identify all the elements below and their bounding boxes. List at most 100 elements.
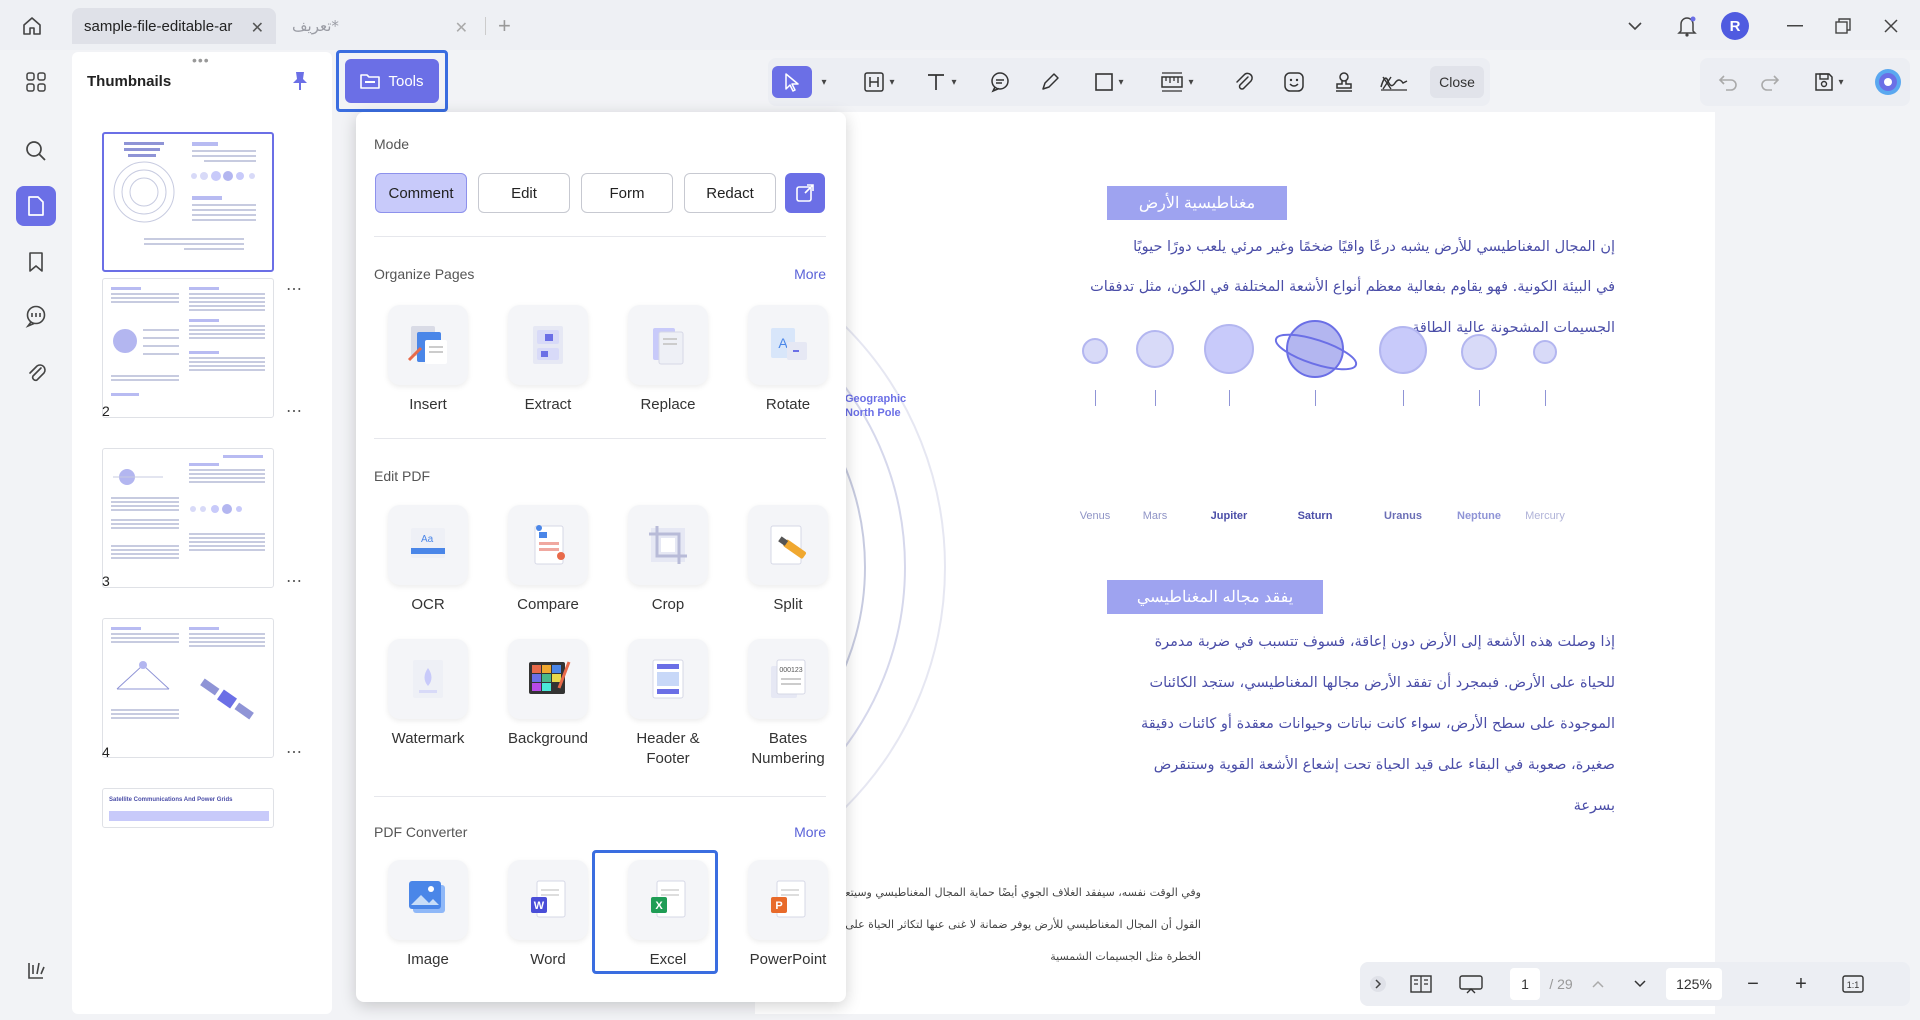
more-options-icon[interactable]: ⋯ [286,279,303,299]
cursor-icon [785,73,799,92]
ruler-icon [1161,72,1184,92]
undo-icon[interactable] [1714,66,1742,98]
next-page-icon[interactable] [1628,968,1652,1000]
thumbnail-page-5-title: Satellite Communications And Power Grids [109,797,233,803]
open-external-button[interactable] [785,173,825,213]
convert-word-tool[interactable]: W Word [494,860,604,980]
save-button[interactable]: ▾ [1806,66,1852,98]
actual-size-icon[interactable]: 1:1 [1838,968,1868,1000]
user-avatar[interactable]: R [1720,12,1750,40]
split-tool[interactable]: Split [734,505,844,625]
presentation-icon[interactable] [1454,968,1488,1000]
zoom-in-icon[interactable]: + [1788,968,1814,1000]
extract-tool[interactable]: Extract [494,305,604,425]
thumbnail-page[interactable] [102,618,274,758]
mode-redact-button[interactable]: Redact [684,173,776,213]
pin-icon[interactable] [290,70,310,95]
paragraph-line: بسرعة [1573,798,1615,814]
thumbnail-page-number: 4 [102,744,110,760]
zoom-level[interactable]: 125% [1666,968,1722,1000]
drag-grip-icon[interactable]: ••• [192,52,210,68]
rectangle-icon [1095,73,1114,91]
select-dropdown-button[interactable]: ▾ [814,66,830,98]
comment-icon[interactable] [16,296,56,336]
pen-icon [1042,73,1059,90]
home-icon[interactable] [18,12,46,40]
header-footer-tool[interactable]: Header & Footer [614,639,724,767]
page-layout-icon[interactable] [1406,968,1436,1000]
tab-document-2[interactable]: تعريف* ✕ [280,8,480,44]
stamp-icon [1336,72,1352,92]
thumbnail-page[interactable]: Satellite Communications And Power Grids [102,788,274,828]
close-toolbar-button[interactable]: Close [1430,66,1484,98]
thumbnail-page[interactable] [102,132,274,272]
ai-assistant-icon[interactable] [1872,66,1904,98]
measure-tool-button[interactable]: ▾ [1152,66,1202,98]
rotate-tool[interactable]: A Rotate [734,305,844,425]
thumbnail-page[interactable] [102,278,274,418]
mode-edit-button[interactable]: Edit [478,173,570,213]
text-box-tool-button[interactable]: ▾ [856,66,902,98]
apps-grid-icon[interactable] [16,62,56,102]
annotation-toolbar: ▾ ▾ ▾ ▾ ▾ Close [768,58,1490,106]
more-options-icon[interactable]: ⋯ [286,401,303,421]
thumbnail-page[interactable] [102,448,274,588]
tools-button[interactable]: Tools [345,59,439,103]
convert-image-tool[interactable]: Image [374,860,484,980]
more-options-icon[interactable]: ⋯ [286,571,303,591]
bottom-navigation-bar: 1 / 29 125% − + 1:1 [1360,962,1910,1006]
converter-more-link[interactable]: More [794,824,826,840]
minimize-icon[interactable] [1780,12,1810,40]
redo-icon[interactable] [1756,66,1784,98]
compare-tool[interactable]: Compare [494,505,604,625]
crop-tool[interactable]: Crop [614,505,724,625]
page-number-input[interactable]: 1 [1510,968,1540,1000]
note-tool-button[interactable] [984,66,1016,98]
tools-button-label: Tools [388,72,424,90]
search-icon[interactable] [16,131,56,171]
text-tool-button[interactable]: ▾ [918,66,964,98]
watermark-tool[interactable]: Watermark [374,639,484,759]
organize-more-link[interactable]: More [794,266,826,282]
attachment-icon[interactable] [16,352,56,392]
restore-icon[interactable] [1828,12,1858,40]
chevron-down-icon: ▾ [1838,76,1844,88]
sidebar-toggle-icon[interactable] [16,950,56,990]
sticker-tool-button[interactable] [1278,66,1310,98]
notification-bell-icon[interactable] [1672,12,1702,40]
zoom-out-icon[interactable]: − [1740,968,1766,1000]
shape-tool-button[interactable]: ▾ [1086,66,1132,98]
background-tool[interactable]: Background [494,639,604,759]
close-icon[interactable]: ✕ [455,18,468,38]
paragraph-line: للحياة على الأرض. فبمجرد أن تفقد الأرض م… [1149,675,1615,691]
planet-label: Saturn [1297,510,1333,522]
window-close-icon[interactable] [1876,12,1906,40]
saturn-ring-icon [1274,333,1358,371]
chevron-down-icon[interactable] [1620,12,1650,40]
attach-file-tool-button[interactable] [1228,66,1260,98]
close-icon[interactable]: ✕ [251,18,264,38]
previous-page-icon[interactable] [1586,968,1610,1000]
bates-numbering-tool[interactable]: 000123 Bates Numbering [734,639,844,767]
ocr-tool[interactable]: Aa OCR [374,505,484,625]
mode-form-button[interactable]: Form [581,173,673,213]
bookmark-icon[interactable] [16,242,56,282]
pdf-converter-label: PDF Converter [374,824,468,840]
collapse-arrow-icon[interactable] [1368,968,1388,1000]
more-options-icon[interactable]: ⋯ [286,742,303,762]
note-icon [991,72,1009,93]
stamp-tool-button[interactable] [1328,66,1360,98]
convert-powerpoint-tool[interactable]: P PowerPoint [734,860,844,980]
replace-tool[interactable]: Replace [614,305,724,425]
pen-tool-button[interactable] [1034,66,1066,98]
tab-document[interactable]: sample-file-editable-ar ✕ [72,8,276,44]
signature-tool-button[interactable] [1374,66,1414,98]
mode-comment-button[interactable]: Comment [375,173,467,213]
insert-tool[interactable]: Insert [374,305,484,425]
thumbnails-page-icon[interactable] [16,186,56,226]
new-tab-icon[interactable]: + [498,13,511,39]
insert-page-icon [388,305,468,385]
paragraph-line: الخطرة مثل الجسيمات الشمسية [1050,950,1201,963]
select-tool-button[interactable] [772,66,812,98]
mode-section-label: Mode [374,136,410,152]
